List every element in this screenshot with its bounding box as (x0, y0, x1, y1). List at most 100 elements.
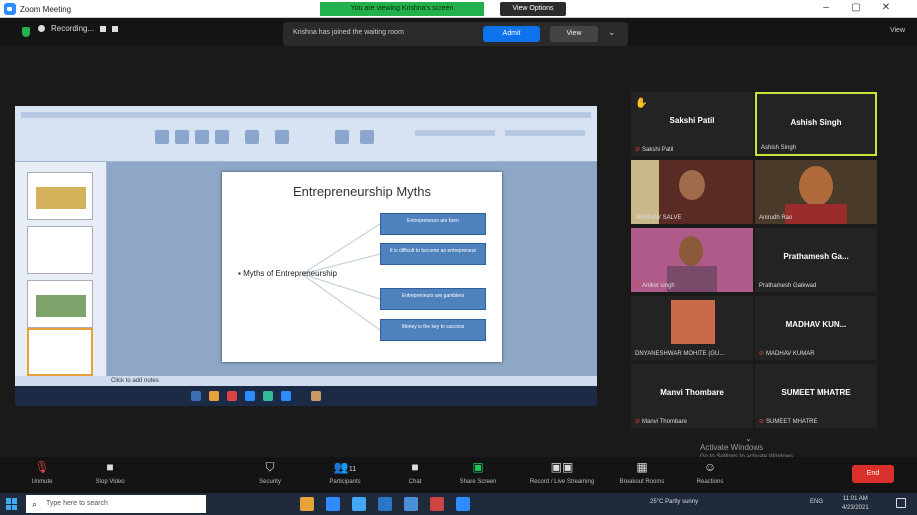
participant-label: DNYANESHWAR MOHITE (GU... (635, 351, 725, 357)
chat-button[interactable]: ■ Chat (385, 459, 445, 485)
stop-video-label: Stop Video (95, 479, 125, 485)
windows-start-icon[interactable] (6, 498, 18, 510)
participant-label: Prathamesh Gaikwad (759, 283, 817, 289)
participant-label: Ashish Singh (761, 145, 797, 151)
maximize-icon[interactable]: ▢ (846, 2, 866, 13)
mail-icon[interactable] (378, 497, 392, 511)
weather-text: 25°C Partly sunny (650, 499, 699, 505)
breakout-rooms-label: Breakout Rooms (619, 479, 665, 485)
app-icon[interactable] (404, 497, 418, 511)
participant-label: ⊘ Sakshi Patil (635, 146, 673, 153)
participant-tile[interactable]: SUMEET MHATRE ⊘ SUMEET MHATRE (755, 364, 877, 428)
app-title-group: Zoom Meeting (4, 3, 71, 15)
gallery-collapse-icon[interactable]: ⌄ (745, 434, 752, 443)
notes-pane: Click to add notes (15, 376, 597, 386)
participant-tile[interactable]: Prathamesh Ga... Prathamesh Gaikwad (755, 228, 877, 292)
store-icon[interactable] (352, 497, 366, 511)
taskbar-search-box[interactable]: ⌕ Type here to search (26, 495, 206, 513)
participant-label-text: MADHAV KUMAR (766, 351, 815, 357)
zoom-taskbar-icon[interactable] (456, 497, 470, 511)
end-meeting-button[interactable]: End (852, 465, 894, 483)
dismiss-notice-icon[interactable]: ⌄ (608, 27, 616, 38)
ribbon-button-icon (275, 130, 289, 144)
slide-thumbnail (27, 280, 93, 328)
pause-recording-icon[interactable] (100, 25, 107, 32)
edge-icon[interactable] (326, 497, 340, 511)
myth-box-3: Entrepreneurs are gamblers (380, 288, 486, 310)
stop-video-button[interactable]: ■ Stop Video (80, 459, 140, 485)
close-icon[interactable]: ✕ (876, 2, 896, 13)
activate-windows-title: Activate Windows (700, 443, 764, 452)
muted-mic-icon: ⊘ (635, 147, 641, 153)
screen-share-banner: You are viewing Krishna's screen (320, 2, 484, 16)
record-button[interactable]: ▣▣ Record / Live Streaming (522, 459, 602, 485)
participant-label: ⊘ Manvi Thombare (635, 418, 687, 425)
language-indicator[interactable]: ENG (810, 499, 823, 505)
see-waiting-room-button[interactable]: View (550, 26, 598, 42)
share-screen-button[interactable]: ▣ Share Screen (448, 459, 508, 485)
admit-button[interactable]: Admit (483, 26, 540, 42)
shield-icon: ⛉ (265, 460, 275, 474)
meeting-controls: 🎙 Unmute ■ Stop Video ⛉ Security 👥11 Partici… (0, 457, 917, 493)
participants-button[interactable]: 👥11 Participants (315, 459, 375, 485)
participant-label: ⊘ Aniket singh (635, 282, 675, 289)
slide-thumbnail (27, 226, 93, 274)
reactions-button[interactable]: ☺ Reactions (680, 459, 740, 485)
thumbnail-image (36, 187, 86, 209)
breakout-rooms-button[interactable]: ▦ Breakout Rooms (612, 459, 672, 485)
participant-tile[interactable]: ✋ Sakshi Patil ⊘ Sakshi Patil (631, 92, 753, 156)
participant-name: Manvi Thombare (660, 388, 724, 397)
muted-mic-icon: ⊘ (635, 419, 641, 425)
stop-recording-icon[interactable] (112, 25, 119, 32)
notification-center-icon[interactable] (896, 498, 906, 508)
participants-count: 11 (348, 466, 357, 473)
view-options-button[interactable]: View Options (500, 2, 566, 16)
weather-widget[interactable]: 25°C Partly sunny (650, 499, 698, 505)
chat-bubble-icon: ■ (411, 460, 419, 474)
participant-tile[interactable]: MADHAV KUN... ⊘ MADHAV KUMAR (755, 296, 877, 360)
ribbon-group (505, 130, 585, 136)
powerpoint-ribbon (15, 106, 597, 162)
reactions-label: Reactions (696, 479, 724, 485)
participant-label: Anirudh Rao (759, 215, 793, 221)
search-icon: ⌕ (32, 499, 38, 509)
smiley-icon: ☺ (703, 460, 717, 474)
thumbnail-image (36, 295, 86, 317)
shared-screen: Entrepreneurship Myths ▪ Myths of Entrep… (15, 106, 597, 406)
ribbon-group (415, 130, 495, 136)
recording-label: Recording... (51, 24, 95, 33)
gallery-view-button[interactable]: View (890, 27, 905, 34)
ribbon-button-icon (335, 130, 349, 144)
participant-tile-active-speaker[interactable]: Ashish Singh Ashish Singh (755, 92, 877, 156)
powerpoint-icon[interactable] (430, 497, 444, 511)
unmute-button[interactable]: 🎙 Unmute (12, 459, 72, 485)
participant-tile[interactable]: ⊘ Aniket singh (631, 228, 753, 292)
app-icon (191, 391, 201, 401)
record-label: Record / Live Streaming (529, 479, 595, 485)
share-screen-icon: ▣ (472, 460, 484, 474)
encryption-shield-icon[interactable] (22, 27, 30, 37)
unmute-label: Unmute (31, 479, 53, 485)
app-icon (227, 391, 237, 401)
ribbon-button-icon (195, 130, 209, 144)
window-titlebar: Zoom Meeting You are viewing Krishna's s… (0, 0, 917, 18)
file-explorer-icon[interactable] (300, 497, 314, 511)
security-button[interactable]: ⛉ Security (240, 459, 300, 485)
myth-box-2: It is difficult to become an entrepreneu… (380, 243, 486, 265)
clock-time: 11:01 AM (842, 496, 868, 502)
participant-label: ⊘ MADHAV KUMAR (759, 350, 815, 357)
recording-dot-icon (38, 25, 45, 32)
slide-thumbnail-selected (27, 328, 93, 376)
app-icon (281, 391, 291, 401)
minimize-icon[interactable]: – (816, 2, 836, 13)
participant-tile[interactable]: ABHINAV SALVE (631, 160, 753, 224)
slide-bullet: ▪ Myths of Entrepreneurship (238, 269, 337, 278)
taskbar-clock[interactable]: 11:01 AM 4/23/2021 (842, 495, 869, 513)
participant-tile[interactable]: Anirudh Rao (755, 160, 877, 224)
participant-name: Ashish Singh (790, 118, 842, 127)
ribbon-button-icon (175, 130, 189, 144)
participants-label: Participants (329, 479, 361, 485)
participant-tile[interactable]: Manvi Thombare ⊘ Manvi Thombare (631, 364, 753, 428)
slide-canvas: Entrepreneurship Myths ▪ Myths of Entrep… (107, 162, 597, 376)
participant-tile[interactable]: DNYANESHWAR MOHITE (GU... (631, 296, 753, 360)
